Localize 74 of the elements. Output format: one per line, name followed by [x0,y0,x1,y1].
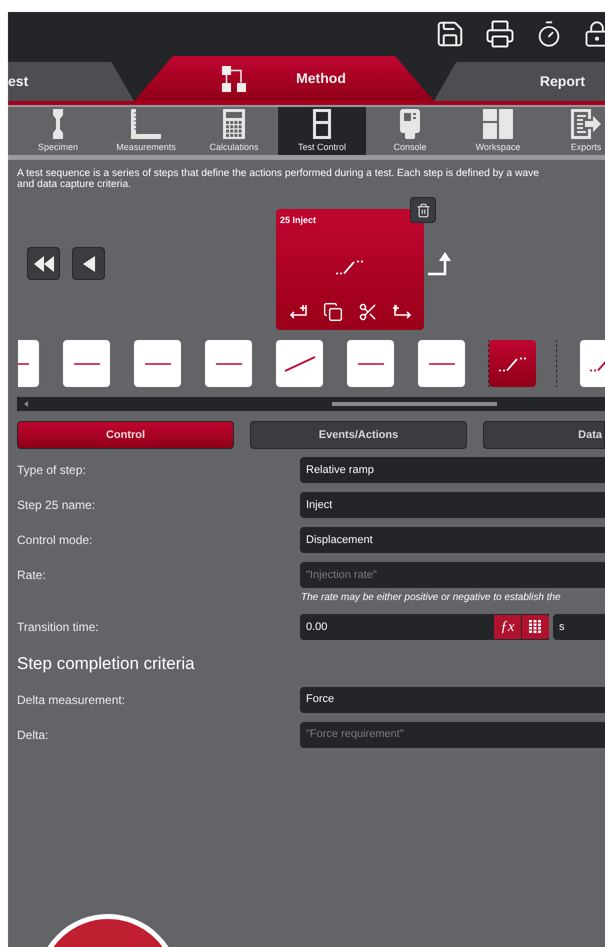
field-label: Transition time: [17,619,100,636]
flat-line-icon [74,362,100,364]
specimen-icon [52,109,64,139]
cut-icon[interactable] [358,302,378,322]
turn-up-arrow-icon[interactable] [428,252,452,276]
rewind-button[interactable] [27,247,60,280]
flat-line-icon [144,362,170,364]
input-field[interactable]: Inject [300,492,605,518]
flat-line-icon [216,362,242,364]
input-field[interactable]: "Force requirement" [300,722,605,748]
ruler-icon [131,109,161,139]
section-heading: Step completion criteria [17,653,196,675]
step-tile[interactable] [63,340,110,387]
previous-button[interactable] [72,247,105,280]
sub-tab[interactable]: Measurements [102,107,190,155]
insert-before-icon[interactable] [288,305,308,319]
field-label: Control mode: [17,532,94,549]
keypad-button[interactable] [522,615,549,639]
rewind-icon [34,256,54,272]
keypad-icon [529,620,542,634]
dotted-ramp-icon [498,356,526,372]
field-label: Step 25 name: [17,497,96,514]
scroll-left-icon[interactable] [24,401,28,407]
trash-icon [416,202,430,218]
export-icon [571,109,601,139]
input-field[interactable]: Displacement [300,527,605,553]
section-tab[interactable]: Control [17,421,234,449]
insert-after-icon[interactable] [392,305,412,319]
handset-icon [400,109,420,139]
input-field[interactable]: Relative ramp [300,457,605,483]
step-card[interactable]: 25 Inject [276,209,424,330]
delete-button[interactable] [410,197,436,223]
calculator-icon [223,109,245,139]
main-tab[interactable]: Report [434,62,605,101]
sub-tab[interactable]: Console [366,107,454,155]
step-tile[interactable] [347,340,394,387]
main-tab[interactable]: Method [134,56,434,101]
load-frame-icon [313,109,331,139]
lock-icon[interactable] [583,20,605,48]
section-tab[interactable]: Events/Actions [250,421,467,449]
step-tile[interactable] [276,340,323,387]
flat-line-icon [428,362,454,364]
scroll-thumb[interactable] [332,402,497,406]
step-tile[interactable] [134,340,181,387]
field-label: Delta measurement: [17,692,126,708]
flat-line-icon [358,362,384,364]
step-tile[interactable] [205,340,252,387]
sub-tab[interactable]: Calculations [190,107,278,155]
previous-icon [82,256,94,272]
ramp-line-icon [284,356,316,372]
step-tile[interactable] [418,340,465,387]
main-tab[interactable]: est [8,62,134,101]
description-text: A test sequence is a series of steps that define the actions performed during a test. Each step is defined by a wave and data capture criteria. [16,167,540,190]
section-tab[interactable]: Data [483,421,605,449]
step-tile[interactable] [489,340,536,387]
sub-tab[interactable]: Workspace [454,107,542,155]
sub-tab[interactable]: Specimen [14,107,102,155]
input-field[interactable]: Force [300,686,605,712]
unit-field[interactable]: s [553,614,605,640]
printer-icon[interactable] [485,18,515,48]
field-label: Type of step: [17,462,87,479]
input-field[interactable]: 0.00 ƒx [300,614,549,640]
flowchart-icon [222,66,246,92]
formula-button[interactable]: ƒx [494,615,521,639]
dotted-ramp-icon [336,258,364,275]
hint-text: The rate may be either positive or negative to establish the [301,591,562,605]
panels-icon [483,109,513,139]
sub-tab[interactable]: Exports [542,107,605,155]
field-label: Rate: [17,567,47,584]
copy-icon[interactable] [322,302,342,322]
field-label: Delta: [17,726,50,744]
input-field[interactable]: "Injection rate" [300,562,605,588]
sub-tab[interactable]: Test Control [278,107,366,155]
scrollbar[interactable] [17,397,605,411]
